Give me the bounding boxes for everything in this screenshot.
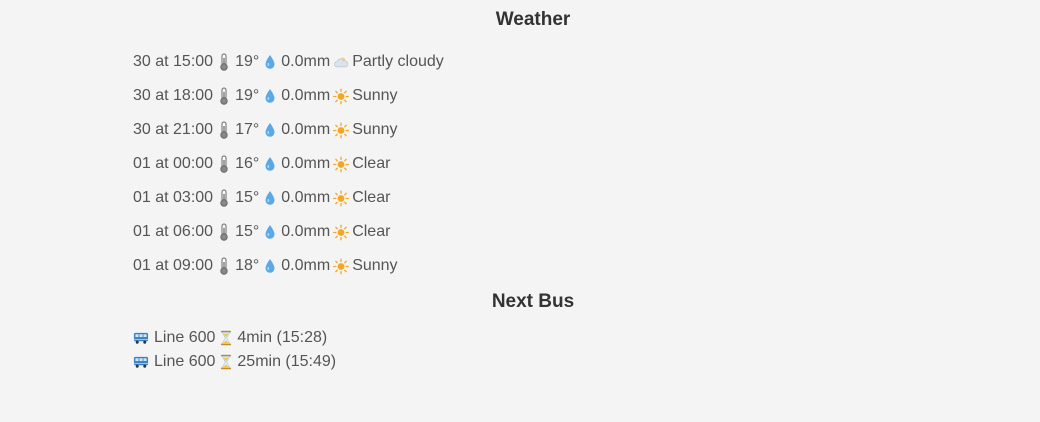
bus-row: Line 600 25min (15:49) — [133, 350, 336, 374]
forecast-time: 01 at 06:00 — [133, 223, 214, 240]
sun-icon — [333, 87, 350, 105]
forecast-condition: Sunny — [352, 257, 398, 274]
forecast-condition: Clear — [352, 155, 391, 172]
drop-icon — [262, 257, 278, 275]
thermometer-icon — [216, 223, 232, 241]
bus-row: Line 600 4min (15:28) — [133, 326, 336, 350]
drop-icon — [262, 53, 278, 71]
forecast-temperature: 19° — [235, 53, 260, 70]
drop-icon — [262, 121, 278, 139]
forecast-precipitation: 0.0mm — [281, 189, 331, 206]
weather-title: Weather — [495, 9, 571, 30]
drop-icon — [262, 155, 278, 173]
forecast-precipitation: 0.0mm — [281, 223, 331, 240]
weather-row: 30 at 15:00 19° 0.0mm Partly cloudy — [133, 45, 444, 79]
sun-icon — [333, 189, 350, 207]
weather-row: 01 at 06:00 15° 0.0mm Clear — [133, 215, 444, 249]
weather-row: 30 at 18:00 19° 0.0mm Sunny — [133, 79, 444, 113]
dashboard: Weather 30 at 15:00 19° 0.0mm Partly cloudy… — [0, 0, 1040, 422]
drop-icon — [262, 223, 278, 241]
forecast-temperature: 18° — [235, 257, 260, 274]
bus-eta: 25min (15:49) — [237, 353, 337, 370]
forecast-time: 01 at 09:00 — [133, 257, 214, 274]
forecast-condition: Sunny — [352, 87, 398, 104]
weather-row: 01 at 09:00 18° 0.0mm Sunny — [133, 249, 444, 283]
forecast-precipitation: 0.0mm — [281, 87, 331, 104]
weather-row: 30 at 21:00 17° 0.0mm Sunny — [133, 113, 444, 147]
forecast-time: 30 at 21:00 — [133, 121, 214, 138]
sun-icon — [333, 155, 350, 173]
thermometer-icon — [216, 87, 232, 105]
forecast-condition: Sunny — [352, 121, 398, 138]
weather-row: 01 at 00:00 16° 0.0mm Clear — [133, 147, 444, 181]
thermometer-icon — [216, 257, 232, 275]
sun-icon — [333, 121, 350, 139]
forecast-time: 30 at 18:00 — [133, 87, 214, 104]
bus-icon — [133, 329, 149, 347]
weather-row: 01 at 03:00 15° 0.0mm Clear — [133, 181, 444, 215]
partly-cloudy-icon — [333, 53, 349, 71]
forecast-condition: Clear — [352, 223, 391, 240]
forecast-precipitation: 0.0mm — [281, 53, 331, 70]
weather-list: 30 at 15:00 19° 0.0mm Partly cloudy 30 at 18… — [133, 45, 444, 283]
bus-eta: 4min (15:28) — [237, 329, 328, 346]
thermometer-icon — [216, 53, 232, 71]
bus-line: Line 600 — [154, 353, 216, 370]
forecast-precipitation: 0.0mm — [281, 257, 331, 274]
hourglass-icon — [218, 353, 234, 371]
sun-icon — [333, 257, 350, 275]
bus-line: Line 600 — [154, 329, 216, 346]
thermometer-icon — [216, 189, 232, 207]
drop-icon — [262, 189, 278, 207]
sun-icon — [333, 223, 350, 241]
forecast-time: 01 at 00:00 — [133, 155, 214, 172]
hourglass-icon — [218, 329, 234, 347]
forecast-condition: Partly cloudy — [352, 53, 444, 70]
next-bus-title: Next Bus — [491, 291, 575, 312]
forecast-precipitation: 0.0mm — [281, 155, 331, 172]
forecast-temperature: 15° — [235, 189, 260, 206]
forecast-time: 30 at 15:00 — [133, 53, 214, 70]
bus-list: Line 600 4min (15:28) Line 600 25min (15:49… — [133, 326, 336, 374]
thermometer-icon — [216, 155, 232, 173]
forecast-temperature: 15° — [235, 223, 260, 240]
forecast-temperature: 19° — [235, 87, 260, 104]
forecast-temperature: 16° — [235, 155, 260, 172]
forecast-time: 01 at 03:00 — [133, 189, 214, 206]
forecast-condition: Clear — [352, 189, 391, 206]
drop-icon — [262, 87, 278, 105]
bus-icon — [133, 353, 149, 371]
forecast-temperature: 17° — [235, 121, 260, 138]
thermometer-icon — [216, 121, 232, 139]
forecast-precipitation: 0.0mm — [281, 121, 331, 138]
